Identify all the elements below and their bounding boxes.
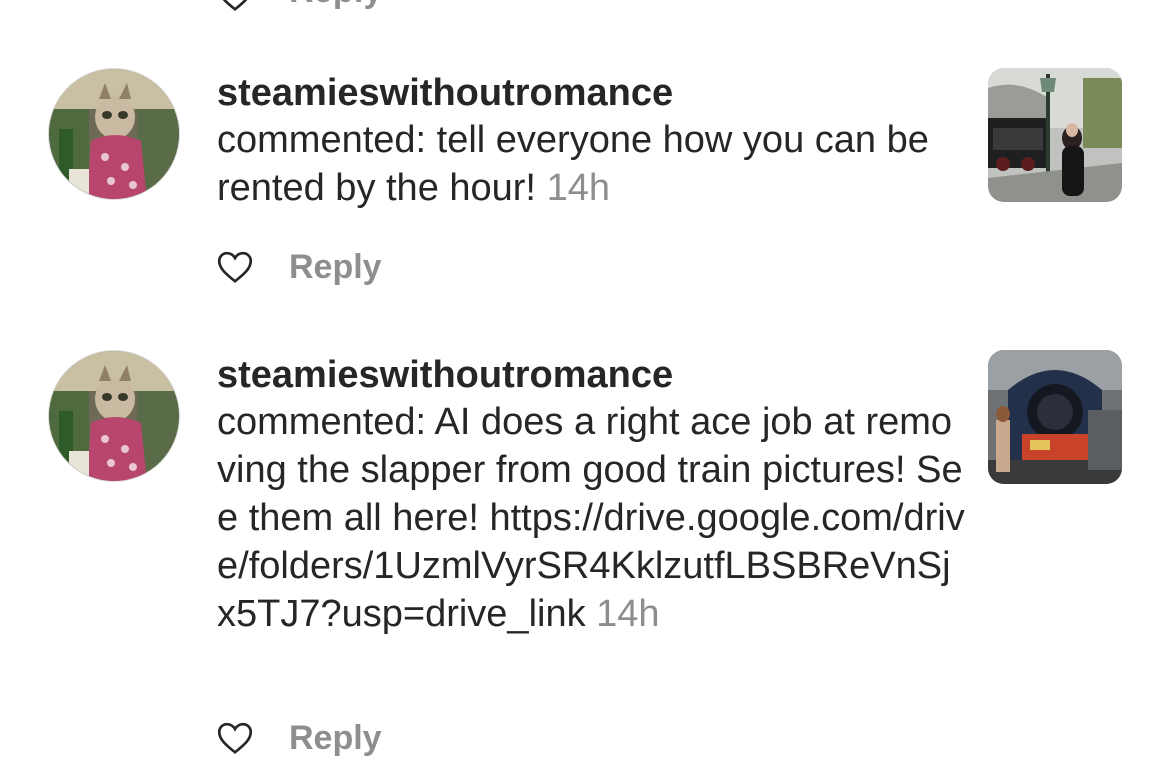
username[interactable]: steamieswithoutromance xyxy=(217,70,967,116)
comment-body: commented: tell everyone how you can be … xyxy=(217,116,967,212)
timestamp: 14h xyxy=(596,593,660,635)
comment-text: commented: AI does a right ace job at re… xyxy=(217,401,965,635)
notification-text: steamieswithoutromance commented: tell e… xyxy=(217,70,967,212)
notification-text: steamieswithoutromance commented: AI doe… xyxy=(217,352,967,638)
post-thumbnail[interactable] xyxy=(988,68,1122,202)
heart-icon[interactable] xyxy=(217,720,253,756)
comment-body: commented: AI does a right ace job at re… xyxy=(217,398,967,638)
reply-button[interactable]: Reply xyxy=(289,248,382,287)
notification-actions: Reply xyxy=(217,247,382,287)
notification-actions: Reply xyxy=(217,718,382,758)
avatar[interactable] xyxy=(48,68,180,200)
reply-button[interactable]: Reply xyxy=(289,0,383,11)
username[interactable]: steamieswithoutromance xyxy=(217,352,967,398)
timestamp: 14h xyxy=(546,167,610,209)
avatar[interactable] xyxy=(48,350,180,482)
heart-icon[interactable] xyxy=(217,0,253,17)
reply-button[interactable]: Reply xyxy=(289,719,382,758)
heart-icon[interactable] xyxy=(217,249,253,285)
post-thumbnail[interactable] xyxy=(988,350,1122,484)
